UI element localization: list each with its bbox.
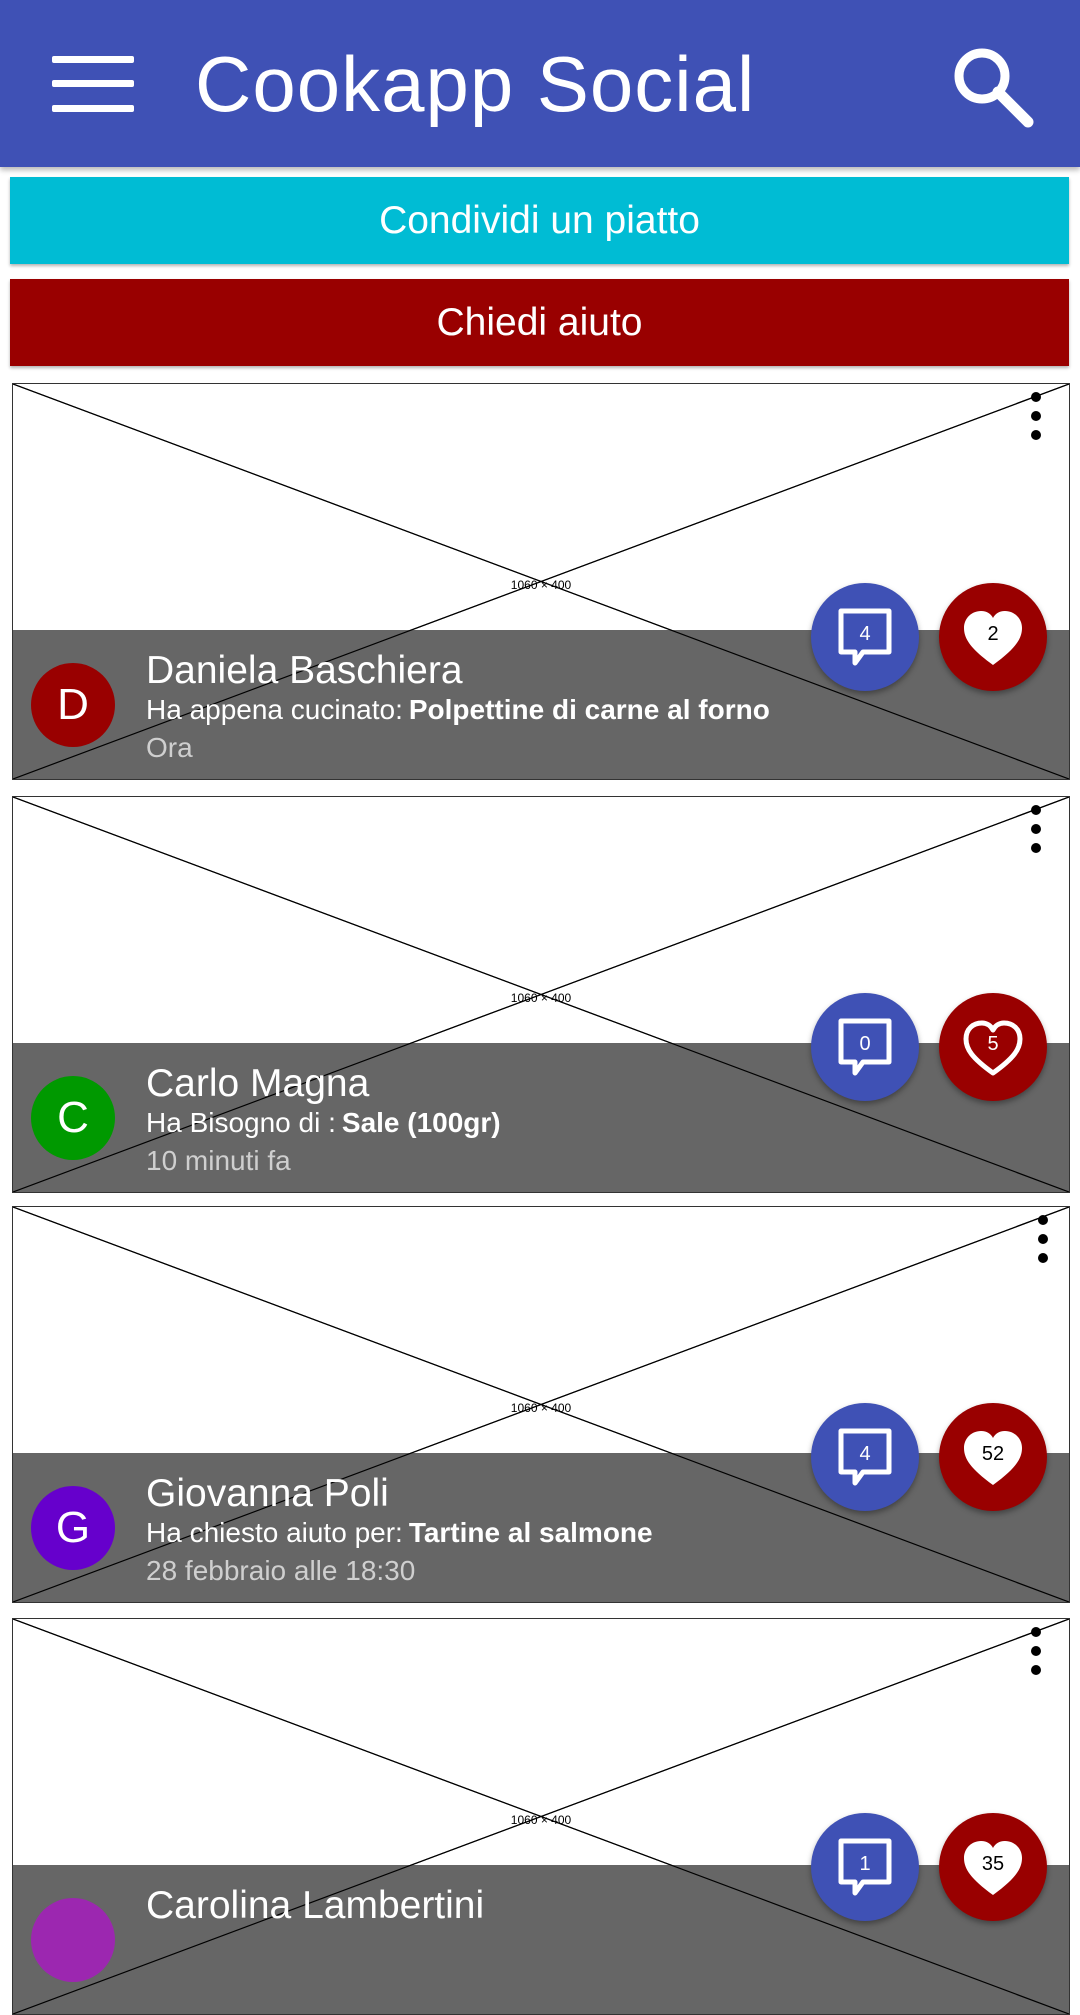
- comment-button[interactable]: 0: [811, 993, 919, 1101]
- post-action-text: Ha chiesto aiuto per:: [146, 1517, 403, 1548]
- hamburger-menu-icon[interactable]: [52, 56, 134, 112]
- post-subject[interactable]: Sale (100gr): [342, 1107, 501, 1138]
- more-options-icon[interactable]: [1025, 1627, 1047, 1675]
- post-action: Ha chiesto aiuto per: Tartine al salmone: [146, 1516, 653, 1550]
- more-options-icon[interactable]: [1025, 805, 1047, 853]
- search-icon[interactable]: [950, 44, 1034, 128]
- comment-count: 0: [859, 1033, 871, 1055]
- share-dish-button[interactable]: Condividi un piatto: [10, 177, 1069, 264]
- like-button[interactable]: 2: [939, 583, 1047, 691]
- comment-button[interactable]: 1: [811, 1813, 919, 1921]
- more-options-icon[interactable]: [1025, 392, 1047, 440]
- comment-button[interactable]: 4: [811, 1403, 919, 1511]
- more-options-icon[interactable]: [1032, 1215, 1054, 1263]
- avatar[interactable]: C: [31, 1076, 115, 1160]
- like-button[interactable]: 5: [939, 993, 1047, 1101]
- post-action-text: Ha appena cucinato:: [146, 694, 403, 725]
- avatar[interactable]: G: [31, 1486, 115, 1570]
- post-action: Ha appena cucinato: Polpettine di carne a…: [146, 693, 770, 727]
- post-subject[interactable]: Tartine al salmone: [409, 1517, 653, 1548]
- post-time: 10 minuti fa: [146, 1145, 291, 1176]
- post-action: Ha Bisogno di : Sale (100gr): [146, 1106, 501, 1140]
- post-card[interactable]: 1060 × 400 D Daniela Baschiera Ha appena…: [12, 383, 1070, 780]
- like-count: 52: [981, 1443, 1005, 1465]
- avatar[interactable]: D: [31, 663, 115, 747]
- ask-help-button[interactable]: Chiedi aiuto: [10, 279, 1069, 366]
- comment-count: 4: [859, 1443, 871, 1465]
- comment-button[interactable]: 4: [811, 583, 919, 691]
- like-button[interactable]: 35: [939, 1813, 1047, 1921]
- app-bar: Cookapp Social: [0, 0, 1080, 167]
- post-action-text: Ha Bisogno di :: [146, 1107, 336, 1138]
- comment-count: 1: [859, 1853, 871, 1875]
- like-count: 35: [981, 1853, 1005, 1875]
- post-author[interactable]: Carlo Magna: [146, 1060, 369, 1108]
- avatar[interactable]: [31, 1898, 115, 1982]
- post-time: 28 febbraio alle 18:30: [146, 1555, 416, 1586]
- comment-count: 4: [859, 623, 871, 645]
- post-subject[interactable]: Polpettine di carne al forno: [409, 694, 770, 725]
- like-button[interactable]: 52: [939, 1403, 1047, 1511]
- post-author[interactable]: Carolina Lambertini: [146, 1882, 484, 1930]
- like-count: 5: [987, 1033, 999, 1055]
- post-author[interactable]: Giovanna Poli: [146, 1470, 389, 1518]
- post-author[interactable]: Daniela Baschiera: [146, 647, 463, 695]
- like-count: 2: [987, 623, 999, 645]
- post-time: Ora: [146, 732, 193, 763]
- app-title: Cookapp Social: [195, 40, 756, 128]
